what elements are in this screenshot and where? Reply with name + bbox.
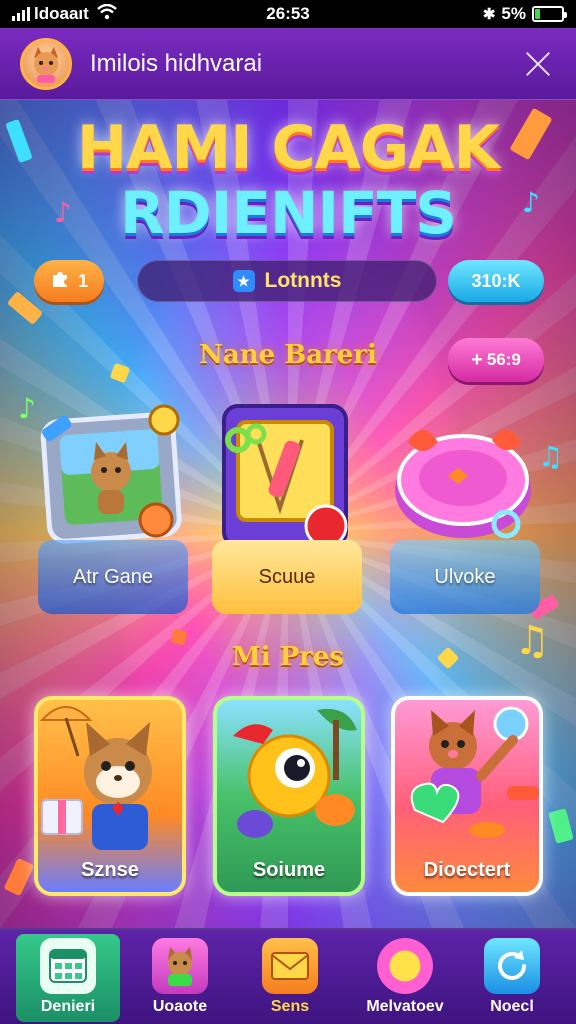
game-card-label: Ulvoke [434,565,496,588]
prize-card-soiume[interactable]: Soiume [213,696,365,896]
game-title-line1: HAMI CAGAK [76,113,500,183]
game-card-ulvoke[interactable]: Ulvoke [390,540,540,614]
bottom-nav: Denieri Uoaote Sens Melvatoev Noecl [0,928,576,1024]
carrier-label: ldoaaıt [34,4,89,23]
status-bar: ldoaaıt 26:53 ✱ 5% [0,0,576,28]
cat-gift-icon [39,706,152,850]
music-note-icon: ♫ [538,440,564,473]
star-badge-icon: ★ [232,270,255,292]
game-title-line2: RDIENIFTS [119,179,457,247]
app-header: Imilois hidhvarai [0,28,576,100]
prize-card-label: Sznse [81,859,139,881]
refresh-icon [484,938,540,994]
nav-label: Melvatoev [366,998,444,1015]
cat-heart-icon [410,706,539,838]
nav-label: Uoaote [152,998,208,1015]
nav-item-melvatoev[interactable]: Melvatoev [348,934,462,1022]
wifi-icon [96,3,117,25]
battery-icon [532,6,567,22]
music-note-icon: ♪ [522,186,540,219]
close-icon[interactable] [520,46,556,82]
clock: 26:53 [266,4,310,23]
envelope-icon [262,938,318,994]
puzzle-count: 1 [77,270,88,291]
cat-badge-icon [152,938,208,994]
nav-item-uoaote[interactable]: Uoaote [130,934,230,1022]
coins-value: 310:K [471,270,521,291]
section-title-prizes: Mi Pres [231,642,345,672]
puzzle-counter-button[interactable]: 1 [34,260,104,302]
prize-card-label: Dioectert [423,859,511,881]
header-title: Imilois hidhvarai [90,49,263,77]
nav-item-noecl[interactable]: Noecl [462,934,562,1022]
game-card-label: Atr Gane [72,565,154,588]
nav-label: Sens [270,998,310,1015]
lotnnts-label: Lotnnts [264,269,342,292]
music-drum-icon[interactable] [388,400,538,550]
plus-icon: + [471,348,483,371]
bluetooth-icon: ✱ [482,6,496,23]
nav-item-denieri[interactable]: Denieri [16,934,120,1022]
battery-percent: 5% [501,4,526,23]
score-button[interactable]: + 56:9 [448,338,544,382]
prize-card-dioectert[interactable]: Dioectert [391,696,543,896]
game-screen: ♪ ♪ ♪ ♫ ♫ ldoaaıt 26:53 ✱ 5% Imilois hid… [0,0,576,1024]
coins-button[interactable]: 310:K [448,260,544,302]
score-value: 56:9 [486,350,521,369]
prize-card-sznse[interactable]: Sznse [34,696,186,896]
game-title-logo: HAMI CAGAK RDIENIFTS [60,118,516,242]
lotnnts-pill[interactable]: ★ Lotnnts [137,260,437,302]
signal-icon [12,7,30,21]
puzzle-piece-icon [50,269,70,294]
cat-photo-frame-icon[interactable] [36,400,186,550]
game-card-art-game[interactable]: Atr Gane [38,540,188,614]
prize-card-label: Soiume [252,859,326,881]
orb-button-icon [377,938,433,994]
nav-label: Noecl [490,998,534,1015]
game-card-label: Scuue [258,565,316,588]
calendar-grid-icon [40,938,96,994]
nav-label: Denieri [40,998,96,1015]
nav-item-sens[interactable]: Sens [240,934,340,1022]
yellow-creature-icon [233,708,357,838]
music-note-icon: ♪ [18,392,36,425]
game-card-score[interactable]: Scuue [212,540,362,614]
paint-brush-icon[interactable] [210,400,360,550]
cat-avatar-icon[interactable] [20,37,72,90]
